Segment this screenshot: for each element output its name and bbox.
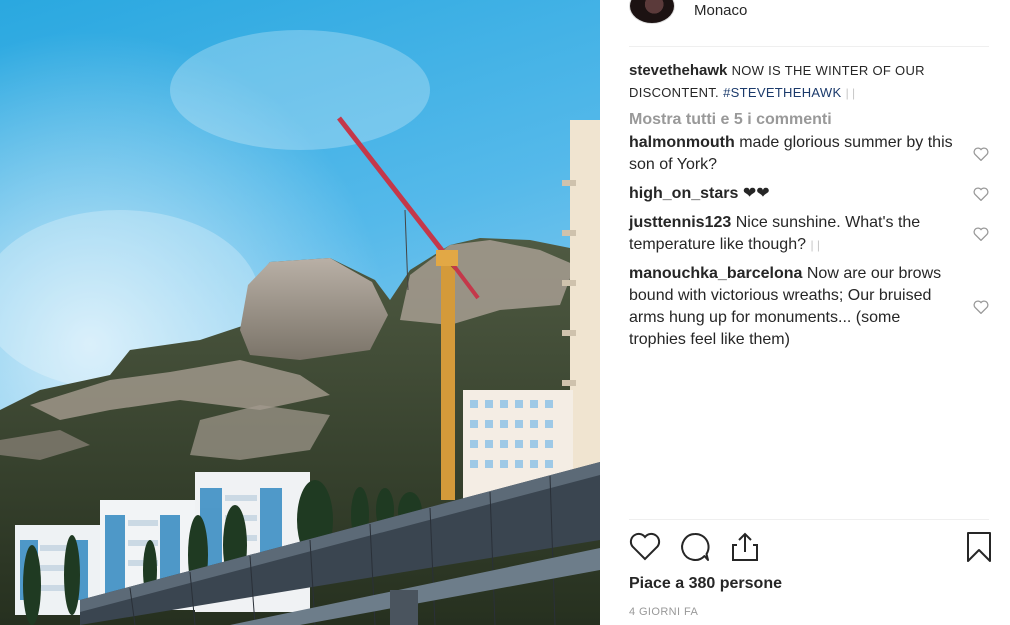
comment-button[interactable] <box>678 530 712 564</box>
heart-icon[interactable] <box>973 147 989 161</box>
like-button[interactable] <box>628 530 662 564</box>
caption-hashtag[interactable]: #STEVETHEHAWK <box>723 85 841 100</box>
heart-icon <box>628 530 662 564</box>
comment-item: manouchka_barcelona Now are our brows bo… <box>629 263 989 351</box>
comment-username[interactable]: halmonmouth <box>629 134 735 151</box>
post-header <box>629 0 675 26</box>
caption-username[interactable]: stevethehawk <box>629 62 727 79</box>
post-caption: stevethehawk NOW IS THE WINTER OF OUR DI… <box>629 60 989 104</box>
caption-tail: | | <box>845 86 856 100</box>
post-sidebar: Monaco stevethehawk NOW IS THE WINTER OF… <box>600 0 1010 625</box>
heart-icon[interactable] <box>973 300 989 314</box>
avatar[interactable] <box>629 0 675 24</box>
heart-icon[interactable] <box>973 227 989 241</box>
comment-icon <box>678 530 712 564</box>
action-bar <box>628 530 991 566</box>
comment-item: halmonmouth made glorious summer by this… <box>629 132 989 176</box>
post-location[interactable]: Monaco <box>694 2 747 19</box>
bookmark-icon <box>962 530 996 564</box>
divider <box>629 519 989 520</box>
comment-item: justtennis123 Nice sunshine. What's the … <box>629 212 989 256</box>
comment-username[interactable]: justtennis123 <box>629 214 731 231</box>
save-button[interactable] <box>962 530 996 564</box>
post-photo[interactable] <box>0 0 600 625</box>
comment-text: ❤‍❤ <box>742 185 770 202</box>
divider <box>629 46 989 47</box>
comment-item: high_on_stars ❤‍❤ <box>629 183 989 205</box>
comment-username[interactable]: high_on_stars <box>629 185 738 202</box>
show-all-comments-link[interactable]: Mostra tutti e 5 i commenti <box>629 109 989 131</box>
photo-scene <box>0 0 600 625</box>
heart-icon[interactable] <box>973 187 989 201</box>
likes-count[interactable]: Piace a 380 persone <box>629 575 782 593</box>
share-button[interactable] <box>728 530 762 564</box>
post-timestamp[interactable]: 4 GIORNI FA <box>629 606 698 618</box>
comment-tail: | | <box>810 238 821 252</box>
comment-username[interactable]: manouchka_barcelona <box>629 265 802 282</box>
comments-section: stevethehawk NOW IS THE WINTER OF OUR DI… <box>629 60 989 351</box>
share-icon <box>728 530 762 564</box>
